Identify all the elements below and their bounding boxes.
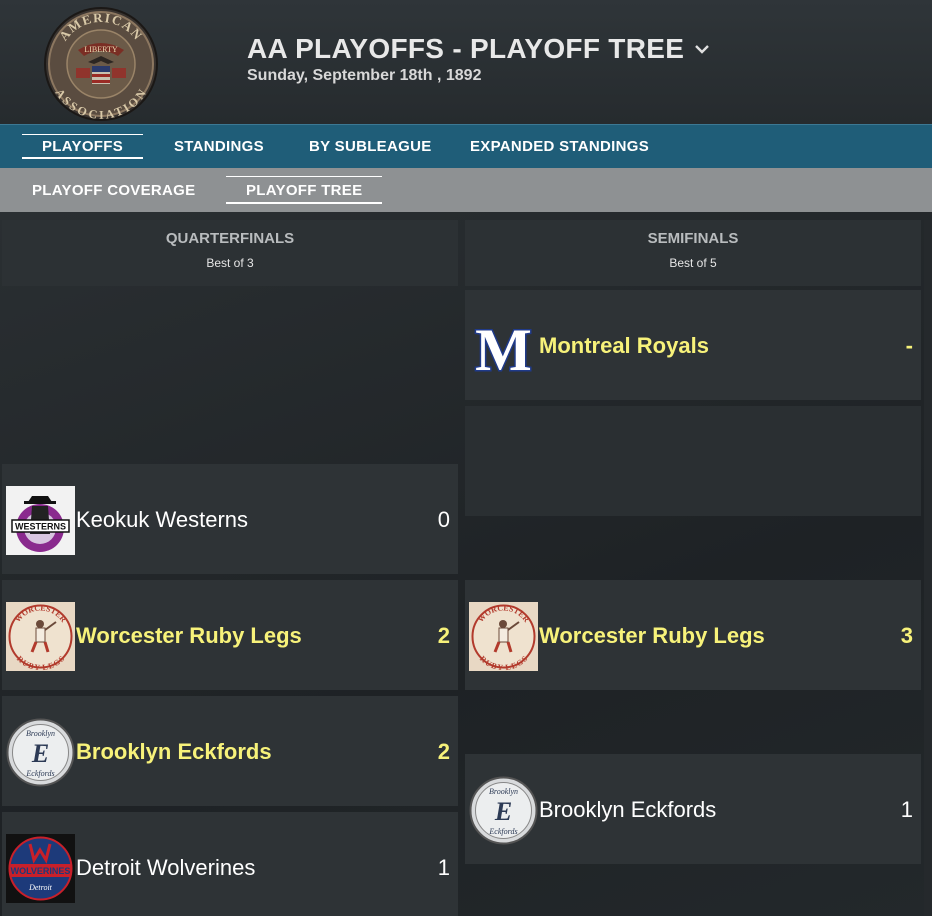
team-name: Keokuk Westerns — [76, 507, 249, 532]
team-name: Brooklyn Eckfords — [76, 739, 272, 764]
brooklyn-logo-mid: E — [494, 797, 512, 826]
scrollbar-track[interactable] — [924, 220, 932, 916]
tab-by-subleague[interactable]: BY SUBLEAGUE — [309, 125, 432, 169]
team-name: Detroit Wolverines — [76, 855, 256, 880]
primary-nav: PLAYOFFS STANDINGS BY SUBLEAGUE EXPANDED… — [0, 124, 932, 168]
series-score: 1 — [900, 797, 913, 822]
series-score: - — [905, 333, 913, 358]
montreal-logo-icon: M — [474, 315, 534, 381]
worcester-logo-icon: WORCESTER RUBY LEGS — [469, 601, 538, 671]
detroit-logo-mid: WOLVERINES — [11, 866, 71, 876]
brooklyn-logo-top: Brooklyn — [489, 787, 518, 796]
detroit-logo-icon: WOLVERINES Detroit — [6, 833, 75, 903]
brooklyn-logo-icon: Brooklyn E Eckfords — [6, 718, 75, 786]
brooklyn-logo-bottom: Eckfords — [25, 769, 54, 778]
team-name: Worcester Ruby Legs — [539, 623, 765, 648]
tab-standings[interactable]: STANDINGS — [174, 125, 264, 169]
team-name: Worcester Ruby Legs — [76, 623, 302, 648]
tab-playoffs[interactable]: PLAYOFFS — [21, 125, 144, 169]
series-score: 2 — [437, 739, 450, 764]
round-name: SEMIFINALS — [647, 230, 739, 247]
matchup-slot[interactable]: WOLVERINES Detroit Detroit Wolverines 1 — [2, 812, 458, 916]
round-name: QUARTERFINALS — [165, 230, 295, 247]
brooklyn-logo-top: Brooklyn — [26, 729, 55, 738]
matchup-slot[interactable]: WORCESTER RUBY LEGS Worcester Ruby Legs … — [465, 580, 921, 690]
series-score: 2 — [437, 623, 450, 648]
american-association-logo: AMERICAN ASSOCIATION LIBERTY — [44, 7, 158, 122]
logo-banner-text: LIBERTY — [84, 45, 118, 54]
brooklyn-logo-bottom: Eckfords — [488, 827, 517, 836]
series-score: 1 — [437, 855, 450, 880]
matchup-slot[interactable]: WESTERNS Keokuk Westerns 0 — [2, 464, 458, 574]
series-score: 3 — [900, 623, 913, 648]
westerns-logo-text: WESTERNS — [15, 521, 66, 531]
chevron-down-icon[interactable] — [694, 41, 710, 57]
tab-playoff-coverage[interactable]: PLAYOFF COVERAGE — [32, 168, 195, 212]
team-name: Montreal Royals — [539, 333, 709, 358]
matchup-slot[interactable]: WORCESTER RUBY LEGS Worcester Ruby Legs … — [2, 580, 458, 690]
westerns-logo-icon: WESTERNS — [6, 485, 75, 555]
page-header: AMERICAN ASSOCIATION LIBERTY AA PLAYOFFS… — [0, 0, 932, 124]
worcester-logo-icon: WORCESTER RUBY LEGS — [6, 601, 75, 671]
secondary-nav: PLAYOFF COVERAGE PLAYOFF TREE — [0, 168, 932, 212]
matchup-slot[interactable]: Brooklyn E Eckfords Brooklyn Eckfords 1 — [465, 754, 921, 864]
series-length: Best of 3 — [206, 256, 254, 270]
round-header-semifinals: SEMIFINALS Best of 5 — [465, 220, 921, 286]
round-header-quarterfinals: QUARTERFINALS Best of 3 — [2, 220, 458, 286]
tab-playoff-tree[interactable]: PLAYOFF TREE — [225, 168, 383, 212]
page-title-text: AA PLAYOFFS - PLAYOFF TREE — [247, 33, 685, 64]
detroit-logo-bottom: Detroit — [28, 883, 53, 892]
tab-expanded-standings[interactable]: EXPANDED STANDINGS — [470, 125, 649, 169]
playoff-tree: QUARTERFINALS Best of 3 SEMIFINALS Best … — [0, 212, 932, 916]
empty-slot — [465, 406, 921, 516]
matchup-slot[interactable]: Brooklyn E Eckfords Brooklyn Eckfords 2 — [2, 696, 458, 806]
page-date: Sunday, September 18th , 1892 — [247, 67, 482, 84]
brooklyn-logo-icon: Brooklyn E Eckfords — [469, 776, 538, 844]
team-name: Brooklyn Eckfords — [539, 797, 717, 822]
series-score: 0 — [437, 507, 450, 532]
matchup-slot[interactable]: M Montreal Royals - — [465, 290, 921, 400]
montreal-logo-text: M — [475, 317, 532, 381]
series-length: Best of 5 — [669, 256, 717, 270]
page-title[interactable]: AA PLAYOFFS - PLAYOFF TREE — [247, 33, 710, 65]
brooklyn-logo-mid: E — [31, 739, 49, 768]
